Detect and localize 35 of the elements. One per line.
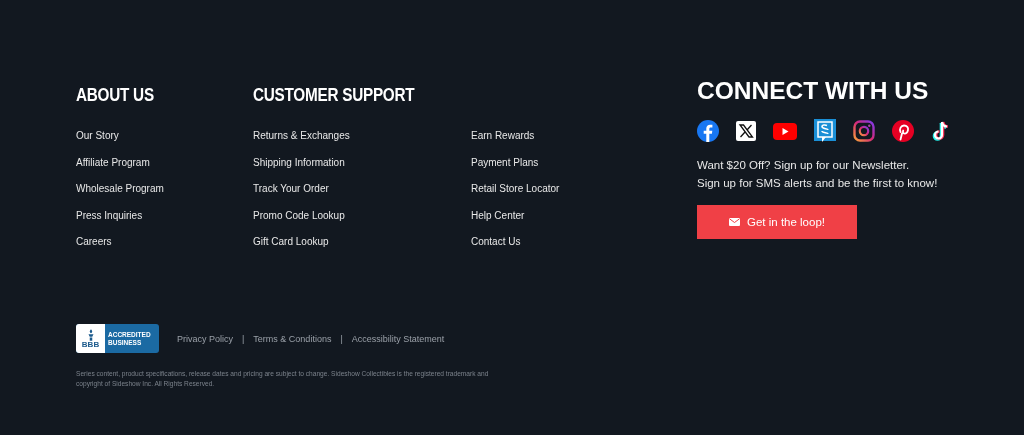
footer-link[interactable]: Earn Rewards <box>471 123 535 150</box>
youtube-icon[interactable] <box>773 122 797 140</box>
footer-link[interactable]: Wholesale Program <box>76 176 164 203</box>
section-heading: ABOUT US <box>76 84 154 106</box>
legal-link[interactable]: Terms & Conditions <box>253 333 332 344</box>
separator: | <box>242 333 245 344</box>
section-heading: CUSTOMER SUPPORT <box>253 84 415 106</box>
footer-link[interactable]: Payment Plans <box>471 149 539 176</box>
footer-link[interactable]: Shipping Information <box>253 149 345 176</box>
footer-link[interactable]: Promo Code Lookup <box>253 202 345 229</box>
x-icon[interactable] <box>736 121 756 141</box>
promo-text: Sign up for SMS alerts and be the first to know! <box>697 176 938 191</box>
badge-logo-text: BBB <box>81 340 100 349</box>
footer-link[interactable]: Gift Card Lookup <box>253 229 329 256</box>
newsletter-button[interactable]: Get in the loop! <box>697 205 857 239</box>
speech-bubble-icon[interactable] <box>814 119 836 143</box>
footer-link[interactable]: Help Center <box>471 202 525 229</box>
footer-link[interactable]: Track Your Order <box>253 176 329 203</box>
footer-link[interactable]: Affiliate Program <box>76 149 150 176</box>
footer-link[interactable]: Our Story <box>76 123 119 150</box>
instagram-icon[interactable] <box>853 120 875 142</box>
facebook-icon[interactable] <box>697 120 719 142</box>
footer-link[interactable]: Press Inquiries <box>76 202 143 229</box>
pinterest-icon[interactable] <box>892 120 914 142</box>
promo-text: Want $20 Off? Sign up for our Newsletter. <box>697 158 910 173</box>
legal-link[interactable]: Privacy Policy <box>177 333 233 344</box>
musical-note-icon[interactable] <box>931 120 951 142</box>
footer-link[interactable]: Careers <box>76 229 112 256</box>
envelope-icon <box>729 218 740 226</box>
footer-link[interactable]: Returns & Exchanges <box>253 123 350 150</box>
legal-link[interactable]: Accessibility Statement <box>351 333 445 344</box>
footer-link[interactable]: Contact Us <box>471 229 521 256</box>
section-heading: CONNECT WITH US <box>697 76 929 106</box>
separator: | <box>340 333 343 344</box>
footer-link[interactable]: Retail Store Locator <box>471 176 560 203</box>
